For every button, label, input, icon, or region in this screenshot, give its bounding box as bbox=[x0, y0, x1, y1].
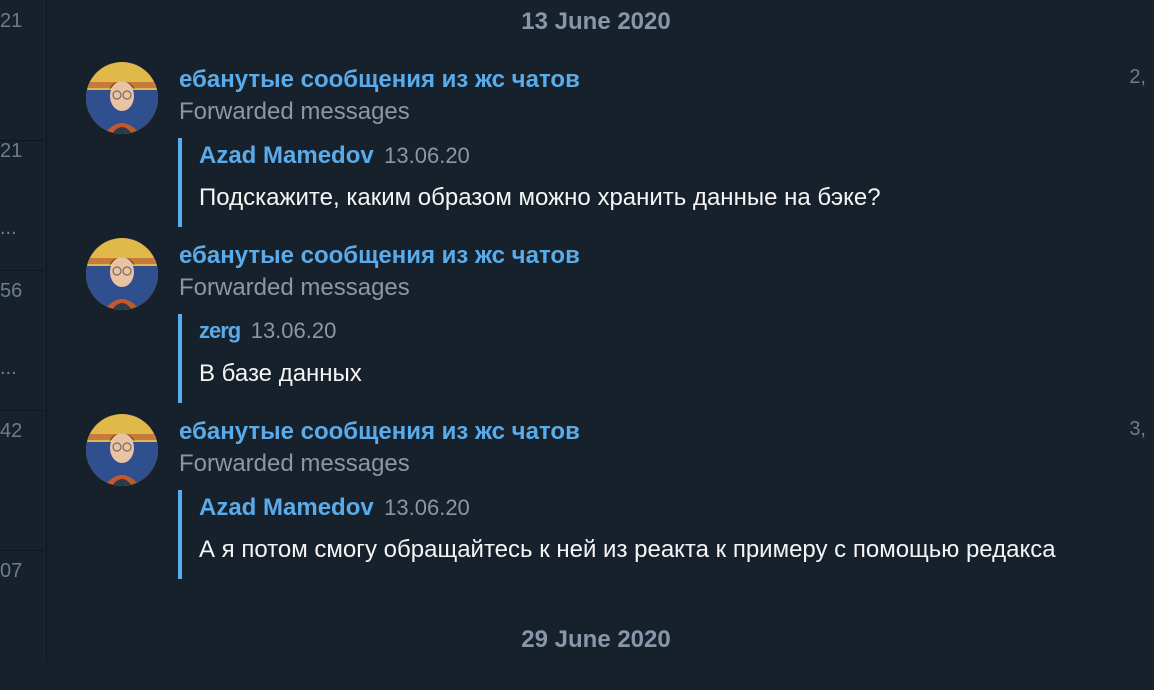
quote-text: Подскажите, каким образом можно хранить … bbox=[199, 184, 881, 211]
message[interactable]: ебанутые сообщения из жс чатов Forwarded… bbox=[86, 62, 1146, 237]
chat-list-preview: ... bbox=[0, 217, 17, 239]
quote-author[interactable]: zerg bbox=[199, 318, 241, 343]
date-separator: 29 June 2020 bbox=[521, 626, 671, 653]
date-separator: 13 June 2020 bbox=[521, 8, 671, 35]
quote-author[interactable]: Azad Mamedov bbox=[199, 494, 374, 521]
message[interactable]: ебанутые сообщения из жс чатов Forwarded… bbox=[86, 414, 1146, 589]
chat-list-item[interactable]: 07 bbox=[0, 550, 44, 690]
avatar-image bbox=[86, 62, 158, 134]
quote-date: 13.06.20 bbox=[384, 495, 470, 520]
chat-list-item[interactable]: 56 ... bbox=[0, 270, 44, 411]
forwarded-quote[interactable]: zerg 13.06.20 В базе данных bbox=[178, 314, 1139, 403]
chat-list-item[interactable]: 21 ... bbox=[0, 130, 44, 271]
quote-text: А я потом смогу обращайтесь к ней из реа… bbox=[199, 536, 1056, 563]
quote-date: 13.06.20 bbox=[250, 318, 337, 343]
chat-list-preview: ... bbox=[0, 357, 17, 379]
avatar[interactable] bbox=[86, 62, 158, 134]
sender-name[interactable]: ебанутые сообщения из жс чатов bbox=[179, 418, 580, 446]
avatar[interactable] bbox=[86, 238, 158, 310]
chat-list-time: 21 bbox=[0, 10, 23, 32]
forwarded-label: Forwarded messages bbox=[179, 274, 410, 301]
message-time: 3, bbox=[1129, 418, 1146, 440]
quote-author[interactable]: Azad Mamedov bbox=[199, 142, 374, 169]
avatar[interactable] bbox=[86, 414, 158, 486]
quote-date: 13.06.20 bbox=[384, 143, 470, 168]
chat-list-time: 07 bbox=[0, 560, 23, 582]
message-time: 2, bbox=[1129, 66, 1146, 88]
avatar-image bbox=[86, 414, 158, 486]
chat-list-sidebar: 21 21 ... 56 ... 42 07 bbox=[0, 0, 47, 662]
chat-list-item[interactable]: 42 bbox=[0, 410, 44, 551]
forwarded-label: Forwarded messages bbox=[179, 98, 410, 125]
sender-name[interactable]: ебанутые сообщения из жс чатов bbox=[179, 66, 580, 94]
chat-list-item[interactable]: 21 bbox=[0, 0, 44, 141]
forwarded-quote[interactable]: Azad Mamedov 13.06.20 А я потом смогу об… bbox=[178, 490, 1139, 579]
chat-list-time: 56 bbox=[0, 280, 23, 302]
forwarded-label: Forwarded messages bbox=[179, 450, 410, 477]
quote-text: В базе данных bbox=[199, 360, 362, 387]
chat-list-time: 21 bbox=[0, 140, 23, 162]
forwarded-quote[interactable]: Azad Mamedov 13.06.20 Подскажите, каким … bbox=[178, 138, 1139, 227]
message[interactable]: ебанутые сообщения из жс чатов Forwarded… bbox=[86, 238, 1146, 413]
avatar-image bbox=[86, 238, 158, 310]
sender-name[interactable]: ебанутые сообщения из жс чатов bbox=[179, 242, 580, 270]
chat-list-time: 42 bbox=[0, 420, 23, 442]
